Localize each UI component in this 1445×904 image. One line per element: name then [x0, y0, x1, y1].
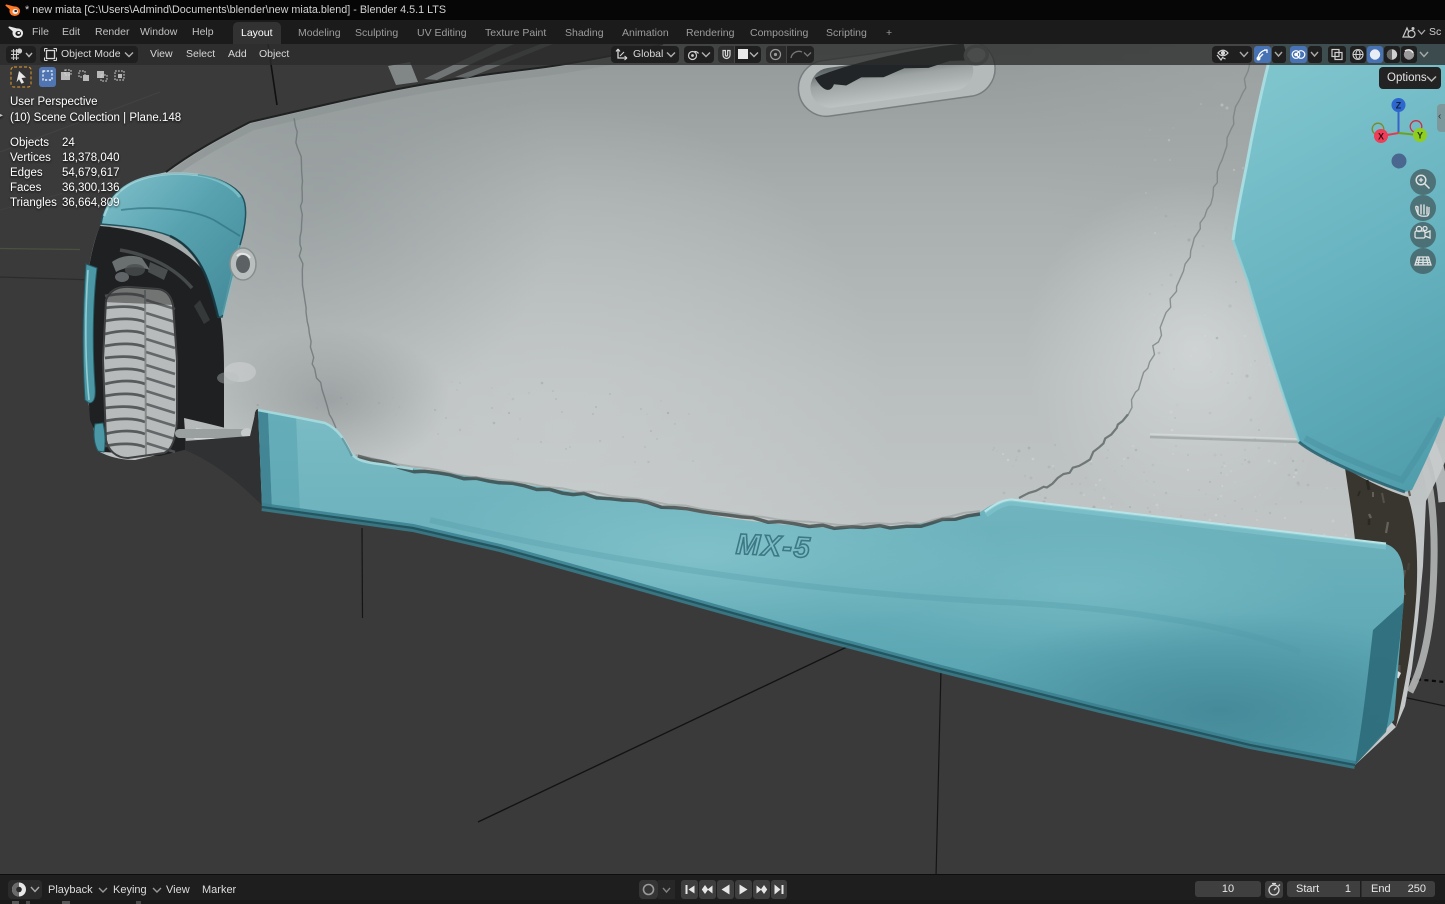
svg-text:MX-5: MX-5: [735, 529, 812, 565]
svg-text:X: X: [1378, 132, 1384, 142]
svg-text:Y: Y: [1417, 131, 1423, 141]
svg-text:Z: Z: [1396, 101, 1402, 111]
